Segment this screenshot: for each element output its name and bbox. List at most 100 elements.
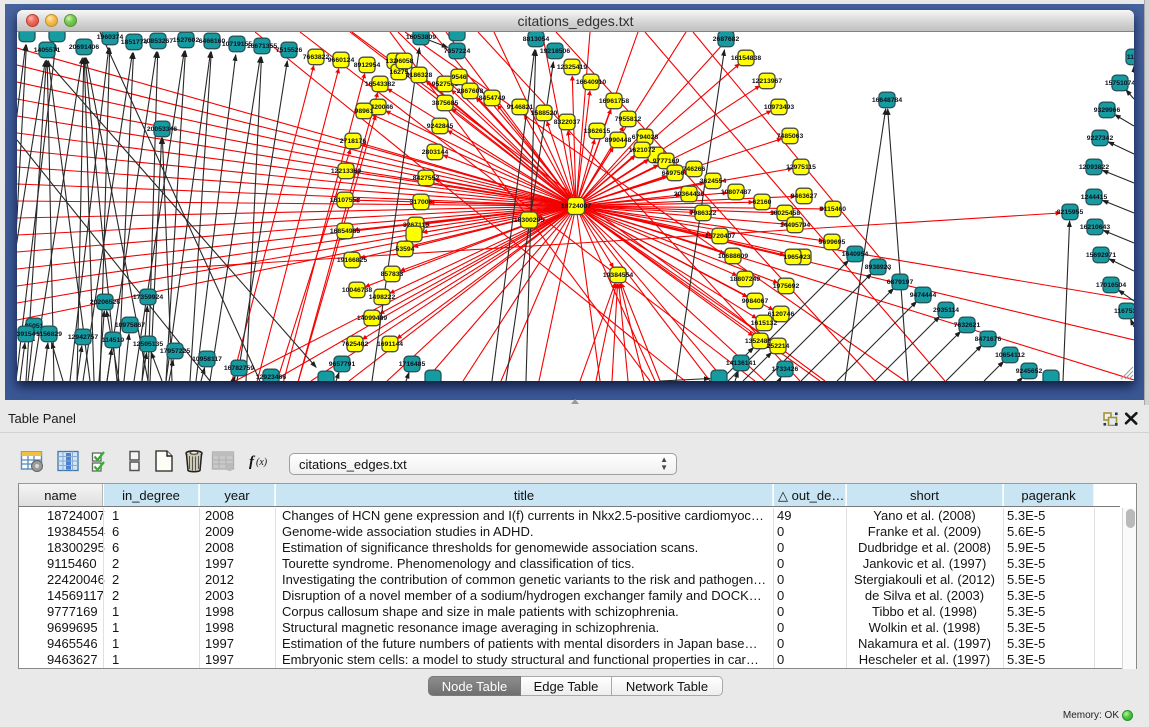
svg-text:10958117: 10958117 [192, 356, 222, 363]
svg-text:12213369: 12213369 [331, 168, 361, 175]
svg-text:53594: 53594 [396, 246, 415, 253]
svg-text:10654112: 10654112 [995, 352, 1025, 359]
svg-text:7632621: 7632621 [954, 322, 981, 329]
svg-text:12942757: 12942757 [68, 334, 98, 341]
svg-text:1975692: 1975692 [773, 283, 800, 290]
svg-text:9242845: 9242845 [427, 123, 454, 130]
svg-text:7625402: 7625402 [342, 341, 369, 348]
svg-text:9474444: 9474444 [910, 292, 937, 299]
svg-text:1405571: 1405571 [34, 47, 61, 54]
svg-text:9245652: 9245652 [1016, 368, 1043, 375]
svg-text:10807487: 10807487 [721, 189, 751, 196]
svg-text:16782759: 16782759 [224, 365, 254, 372]
svg-text:2687682: 2687682 [713, 36, 740, 43]
svg-text:10853267: 10853267 [143, 38, 173, 45]
svg-text:10046738: 10046738 [342, 287, 372, 294]
svg-text:15692971: 15692971 [1086, 252, 1116, 259]
svg-text:1621072: 1621072 [629, 147, 656, 154]
svg-text:1615132: 1615132 [751, 320, 778, 327]
svg-text:1527602: 1527602 [173, 37, 200, 44]
svg-text:7485063: 7485063 [777, 133, 804, 140]
svg-text:98961: 98961 [355, 108, 374, 115]
svg-text:6794028: 6794028 [632, 134, 659, 141]
svg-text:3875685: 3875685 [432, 100, 459, 107]
svg-text:9657791: 9657791 [329, 361, 356, 368]
svg-text:20206526: 20206526 [90, 299, 120, 306]
svg-text:12923466: 12923466 [256, 374, 286, 381]
svg-text:19218506: 19218506 [540, 48, 570, 55]
svg-text:20053346: 20053346 [147, 126, 177, 133]
svg-text:746266: 746266 [683, 166, 706, 173]
svg-text:10975867: 10975867 [115, 322, 145, 329]
svg-text:19166825: 19166825 [337, 257, 367, 264]
svg-text:2867608: 2867608 [457, 88, 484, 95]
svg-text:8912954: 8912954 [354, 62, 381, 69]
svg-text:(x): (x) [256, 457, 268, 468]
svg-text:f: f [249, 454, 256, 470]
svg-text:19654: 19654 [784, 254, 803, 261]
svg-text:9227342: 9227342 [1087, 135, 1114, 142]
svg-text:1716485: 1716485 [399, 361, 426, 368]
svg-text:9329966: 9329966 [1094, 107, 1121, 114]
svg-text:8322037: 8322037 [554, 119, 581, 126]
svg-text:6879197: 6879197 [887, 279, 914, 286]
svg-text:2803144: 2803144 [422, 149, 449, 156]
svg-text:20691406: 20691406 [69, 44, 99, 51]
svg-text:8813054: 8813054 [523, 36, 550, 43]
svg-text:8427552: 8427552 [413, 175, 440, 182]
svg-text:1362615: 1362615 [584, 128, 611, 135]
svg-text:18300295: 18300295 [514, 217, 544, 224]
svg-text:9777169: 9777169 [653, 158, 680, 165]
svg-text:1960374: 1960374 [97, 34, 124, 41]
svg-text:16210643: 16210643 [1080, 224, 1110, 231]
svg-text:8990448: 8990448 [605, 137, 632, 144]
svg-text:1733426: 1733426 [772, 366, 799, 373]
svg-text:10688609: 10688609 [718, 253, 748, 260]
svg-text:18724007: 18724007 [561, 203, 591, 210]
svg-text:1498222: 1498222 [369, 294, 396, 301]
svg-text:9699695: 9699695 [819, 239, 846, 246]
svg-text:7663822: 7663822 [303, 54, 330, 61]
svg-text:3624554: 3624554 [700, 178, 727, 185]
svg-text:1640954: 1640954 [842, 251, 869, 258]
svg-text:16053809: 16053809 [406, 34, 436, 41]
svg-text:17359924: 17359924 [133, 294, 163, 301]
svg-text:16154838: 16154838 [731, 55, 761, 62]
svg-text:18807249: 18807249 [730, 276, 760, 283]
svg-text:10025458: 10025458 [770, 210, 800, 217]
svg-text:9146821: 9146821 [507, 104, 534, 111]
svg-text:317006: 317006 [410, 199, 433, 206]
svg-text:12213967: 12213967 [752, 78, 782, 85]
svg-text:8454749: 8454749 [479, 95, 506, 102]
svg-text:16854985: 16854985 [330, 228, 360, 235]
svg-text:17957225: 17957225 [160, 348, 190, 355]
svg-text:1167533: 1167533 [1114, 308, 1134, 315]
svg-text:16640910: 16640910 [576, 79, 606, 86]
svg-text:9546: 9546 [451, 74, 466, 81]
svg-text:12325419: 12325419 [557, 64, 587, 71]
svg-text:8186328: 8186328 [406, 72, 433, 79]
svg-text:857833: 857833 [381, 271, 404, 278]
svg-text:12505135: 12505135 [133, 341, 163, 348]
svg-text:2935114: 2935114 [933, 307, 959, 314]
svg-text:14136141: 14136141 [726, 360, 756, 367]
svg-text:14099489: 14099489 [357, 315, 387, 322]
svg-text:7515526: 7515526 [276, 47, 303, 54]
svg-text:9463627: 9463627 [791, 193, 818, 200]
svg-text:9660124: 9660124 [328, 57, 355, 64]
svg-text:15720407: 15720407 [705, 233, 735, 240]
svg-text:114519: 114519 [102, 337, 125, 344]
svg-text:2718176: 2718176 [340, 138, 367, 145]
svg-text:1117: 1117 [1127, 54, 1134, 61]
svg-text:15751074: 15751074 [1105, 80, 1134, 87]
svg-text:252214: 252214 [767, 343, 790, 350]
svg-text:17016504: 17016504 [1096, 282, 1126, 289]
svg-text:62160: 62160 [753, 199, 772, 206]
svg-text:1691144: 1691144 [377, 341, 403, 348]
svg-text:8471676: 8471676 [975, 336, 1002, 343]
svg-text:8215955: 8215955 [1057, 209, 1084, 216]
svg-text:9084067: 9084067 [742, 298, 769, 305]
svg-text:7986322: 7986322 [690, 210, 717, 217]
svg-text:96058: 96058 [395, 58, 414, 65]
svg-text:16961758: 16961758 [599, 98, 629, 105]
